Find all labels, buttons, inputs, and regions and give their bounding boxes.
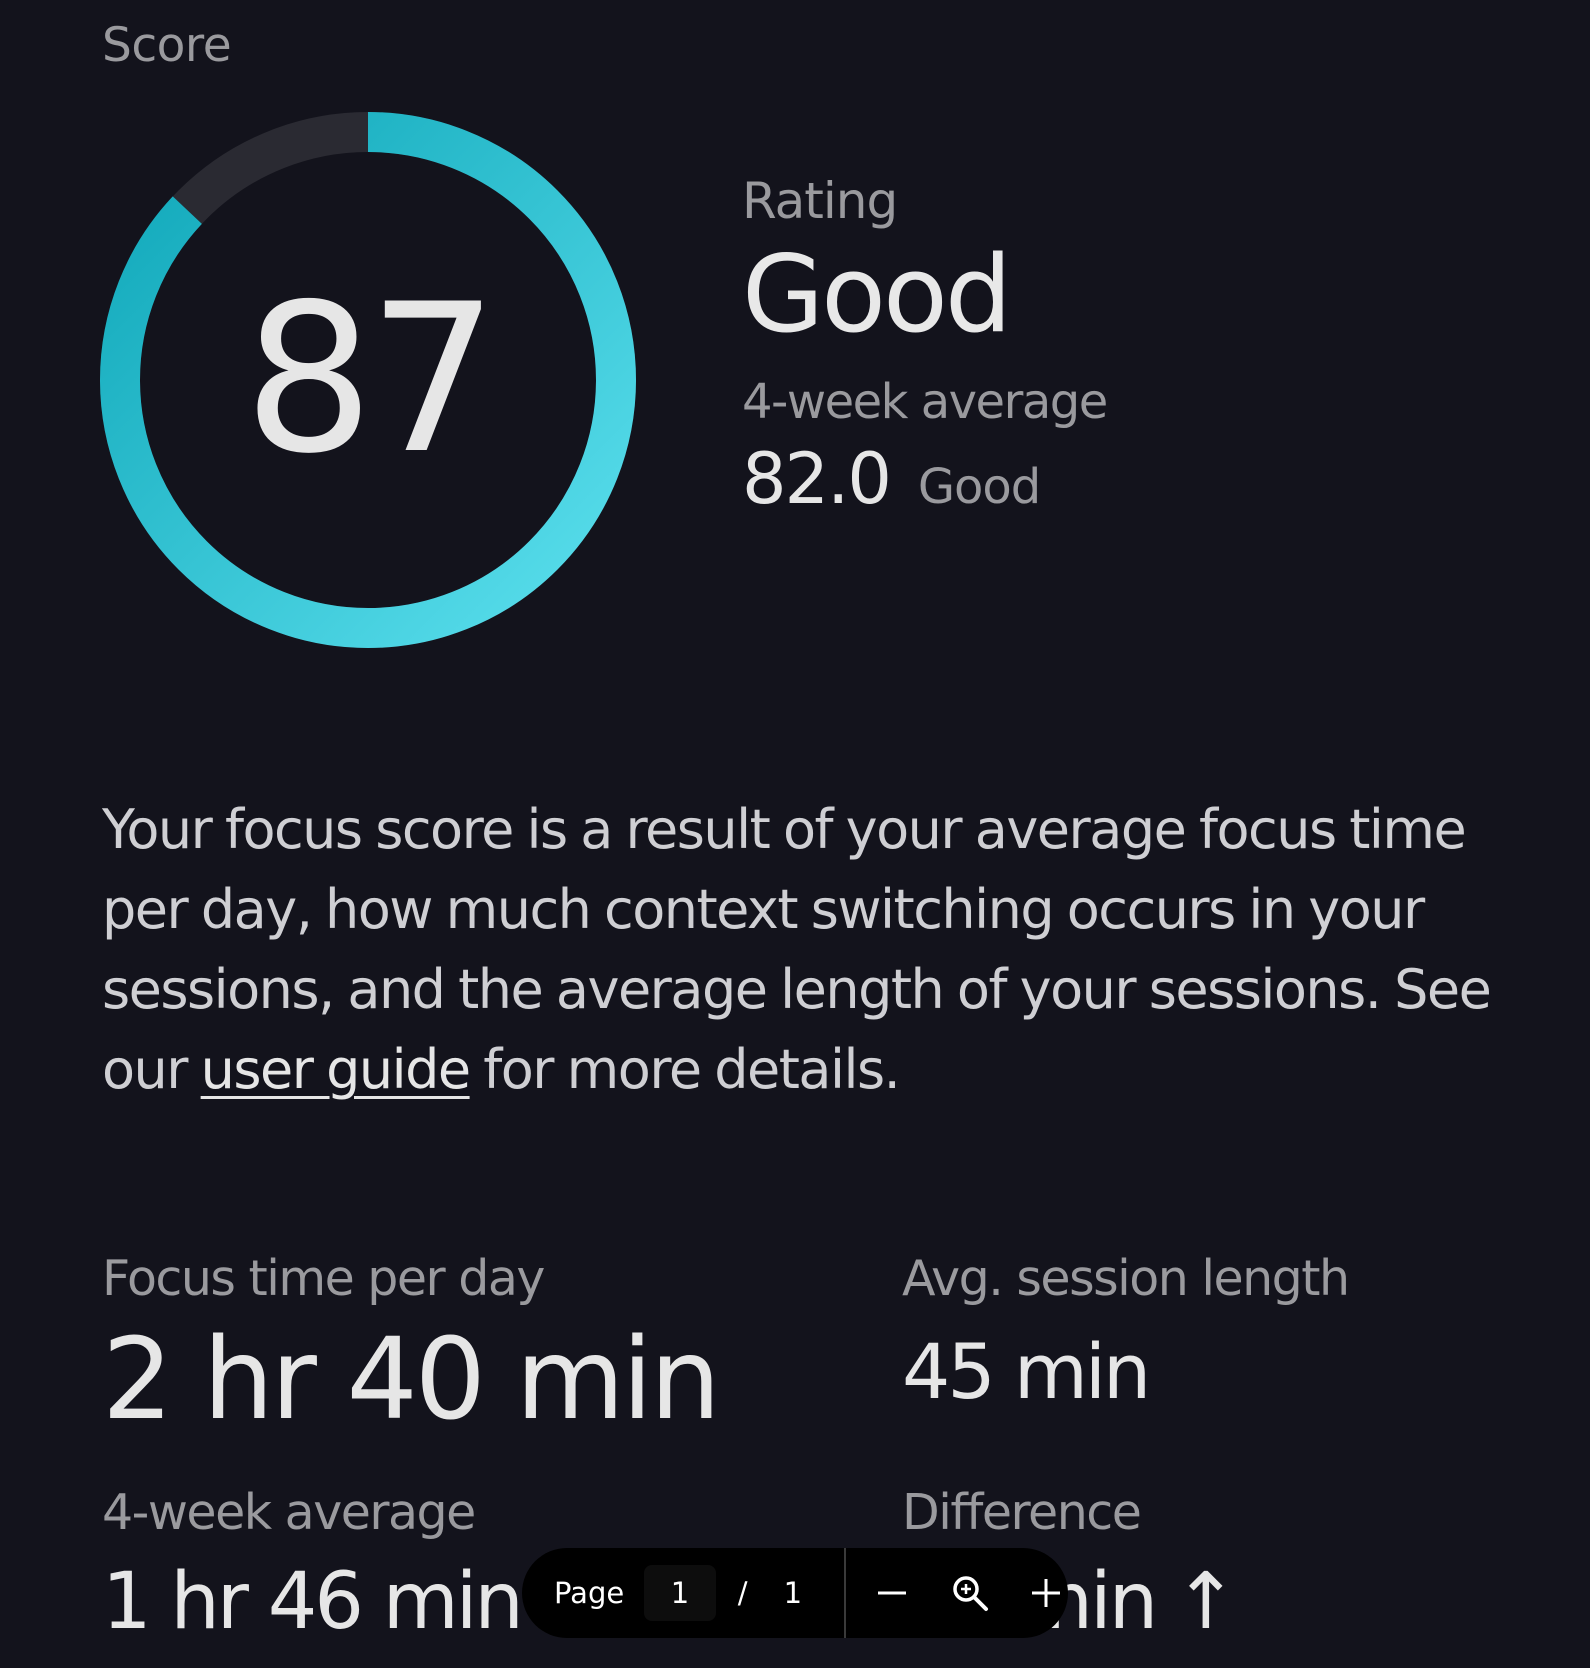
metric-focus-time: Focus time per day 2 hr 40 min — [102, 1250, 721, 1445]
page-label: Page — [554, 1576, 625, 1610]
metric-session-length: Avg. session length 45 min — [902, 1250, 1350, 1416]
arrow-up-icon: ↑ — [1173, 1557, 1238, 1647]
rating-average-value: 82.0 — [742, 437, 892, 520]
rating-average-label: 4-week average — [742, 373, 1108, 430]
rating-average-row: 82.0 Good — [742, 438, 1107, 520]
metric-four-week-average: 4-week average 1 hr 46 min — [102, 1484, 524, 1647]
current-page-input[interactable]: 1 — [644, 1565, 716, 1621]
pdf-toolbar: Page 1 / 1 — [522, 1548, 1068, 1638]
zoom-fit-icon — [953, 1576, 988, 1611]
focus-time-label: Focus time per day — [102, 1250, 545, 1307]
score-value: 87 — [243, 261, 499, 499]
zoom-in-button[interactable] — [1024, 1569, 1068, 1617]
page-separator: / — [737, 1576, 748, 1610]
plus-icon — [1031, 1579, 1060, 1607]
zoom-out-button[interactable] — [870, 1569, 914, 1617]
user-guide-link[interactable]: user guide — [201, 1038, 471, 1101]
score-section-label: Score — [102, 18, 232, 73]
rating-label: Rating — [742, 172, 898, 230]
description-text-after: for more details. — [469, 1038, 901, 1101]
session-length-label: Avg. session length — [902, 1250, 1350, 1307]
toolbar-divider — [844, 1548, 846, 1638]
score-gauge: 87 — [88, 100, 648, 660]
rating-block: Rating Good 4-week average 82.0 Good — [742, 172, 1108, 520]
four-week-average-value: 1 hr 46 min — [102, 1557, 524, 1647]
score-description: Your focus score is a result of your ave… — [102, 790, 1502, 1110]
rating-value: Good — [742, 233, 1012, 356]
difference-label: Difference — [902, 1484, 1142, 1541]
zoom-fit-button[interactable] — [948, 1569, 992, 1617]
total-pages: 1 — [783, 1576, 803, 1610]
minus-icon — [877, 1591, 906, 1595]
rating-average-rating: Good — [917, 458, 1041, 515]
session-length-value: 45 min — [902, 1327, 1151, 1416]
focus-time-value: 2 hr 40 min — [102, 1315, 721, 1445]
four-week-average-label: 4-week average — [102, 1484, 476, 1541]
